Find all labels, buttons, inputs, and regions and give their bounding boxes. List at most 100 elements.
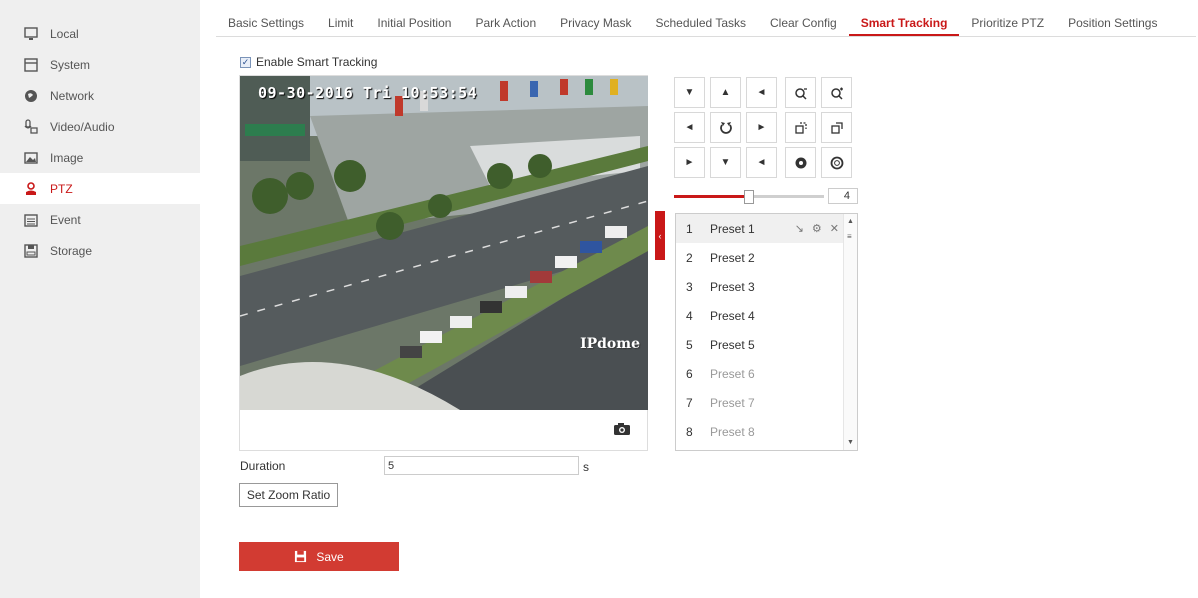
arrow-down-icon: ▼ (720, 157, 731, 168)
zoom-in-button[interactable] (821, 77, 852, 108)
iris-close-button[interactable] (785, 147, 816, 178)
save-button-label: Save (316, 549, 344, 564)
zoom-out-button[interactable] (785, 77, 816, 108)
sidebar-item-video-audio[interactable]: Video/Audio (0, 111, 200, 142)
list-item[interactable]: 2 Preset 2 (676, 243, 857, 272)
enable-smart-tracking-label: Enable Smart Tracking (256, 55, 378, 69)
preset-actions: ↘ ⚙ ✕ (795, 222, 839, 235)
preset-number: 5 (686, 337, 693, 352)
list-item[interactable]: 5 Preset 5 (676, 330, 857, 359)
sidebar-item-label: Storage (50, 243, 93, 258)
focus-far-button[interactable] (821, 112, 852, 143)
list-item[interactable]: 1 Preset 1 ↘ ⚙ ✕ (676, 214, 857, 243)
live-video[interactable]: 09-30-2016 Tri 10:53:54 IPdome (240, 76, 648, 410)
close-icon[interactable]: ✕ (830, 222, 839, 235)
ptz-down-left-button[interactable]: ► (674, 147, 705, 178)
ptz-speed-slider[interactable] (674, 190, 824, 204)
call-preset-icon[interactable]: ↘ (795, 222, 804, 235)
sidebar-item-label: Video/Audio (50, 119, 115, 134)
sidebar-item-network[interactable]: Network (0, 80, 200, 111)
live-view-panel: 09-30-2016 Tri 10:53:54 IPdome (239, 75, 648, 451)
scroll-down-icon[interactable]: ▼ (847, 439, 854, 446)
save-disk-icon (295, 550, 307, 563)
sidebar-item-label: Local (50, 26, 79, 41)
preset-name: Preset 5 (710, 337, 755, 352)
scroll-grip-icon: ≡ (847, 232, 852, 241)
sidebar-item-image[interactable]: Image (0, 142, 200, 173)
arrow-right-small-icon: ► (684, 157, 695, 168)
preset-number: 7 (686, 395, 693, 410)
scroll-up-icon[interactable]: ▲ (847, 218, 854, 225)
preset-number: 4 (686, 308, 693, 323)
list-item[interactable]: 8 Preset 8 (676, 417, 857, 446)
list-item[interactable]: 3 Preset 3 (676, 272, 857, 301)
duration-input[interactable] (384, 456, 579, 475)
list-item[interactable]: 6 Preset 6 (676, 359, 857, 388)
set-zoom-ratio-button[interactable]: Set Zoom Ratio (239, 483, 338, 507)
tab-scheduled-tasks[interactable]: Scheduled Tasks (643, 10, 758, 36)
auto-rotate-icon (719, 121, 732, 134)
ptz-down-button[interactable]: ▼ (710, 147, 741, 178)
iris-close-icon (795, 157, 806, 168)
mic-camera-icon (22, 118, 40, 135)
sidebar-item-label: PTZ (50, 181, 73, 196)
sidebar-item-label: Image (50, 150, 84, 165)
ptz-speed-slider-handle[interactable] (744, 190, 754, 204)
monitor-icon (22, 26, 40, 42)
preset-number: 3 (686, 279, 693, 294)
iris-open-button[interactable] (821, 147, 852, 178)
tab-clear-config[interactable]: Clear Config (758, 10, 849, 36)
ptz-down-right-button[interactable]: ◄ (746, 147, 777, 178)
tab-park-action[interactable]: Park Action (463, 10, 548, 36)
sidebar-item-ptz[interactable]: PTZ (0, 173, 200, 204)
ptz-up-button[interactable]: ▲ (710, 77, 741, 108)
enable-smart-tracking-checkbox[interactable]: ✓ (240, 56, 251, 68)
ptz-speed-slider-row: 4 (674, 188, 858, 206)
sidebar-item-event[interactable]: Event (0, 204, 200, 235)
ptz-up-left-button[interactable]: ▼ (674, 77, 705, 108)
ptz-right-button[interactable]: ► (746, 112, 777, 143)
preset-number: 1 (686, 221, 693, 236)
sidebar: Local System Network Video/Audio Image P… (0, 0, 200, 598)
video-scene (240, 76, 648, 410)
calendar-icon (22, 212, 40, 228)
tab-position-settings[interactable]: Position Settings (1056, 10, 1169, 36)
preset-list-scrollbar[interactable]: ▲ ≡ ▼ (843, 214, 857, 450)
image-icon (22, 150, 40, 166)
focus-near-button[interactable] (785, 112, 816, 143)
focus-near-icon (794, 121, 807, 134)
tab-limit[interactable]: Limit (316, 10, 365, 36)
sidebar-item-label: Event (50, 212, 81, 227)
sidebar-item-local[interactable]: Local (0, 18, 200, 49)
list-item[interactable]: 4 Preset 4 (676, 301, 857, 330)
window-icon (22, 57, 40, 73)
camera-snapshot-icon[interactable] (613, 422, 631, 436)
tab-basic-settings[interactable]: Basic Settings (216, 10, 316, 36)
ptz-speed-slider-fill (674, 195, 749, 198)
tab-privacy-mask[interactable]: Privacy Mask (548, 10, 643, 36)
preset-name: Preset 8 (710, 424, 755, 439)
ptz-panel-collapse-button[interactable]: ‹ (655, 211, 665, 260)
video-osd-timestamp: 09-30-2016 Tri 10:53:54 (258, 84, 478, 102)
ptz-left-button[interactable]: ◄ (674, 112, 705, 143)
list-item[interactable]: 7 Preset 7 (676, 388, 857, 417)
zoom-out-icon (794, 87, 807, 100)
enable-smart-tracking-row: ✓ Enable Smart Tracking (240, 55, 377, 69)
tab-initial-position[interactable]: Initial Position (365, 10, 463, 36)
sidebar-item-storage[interactable]: Storage (0, 235, 200, 266)
sidebar-item-system[interactable]: System (0, 49, 200, 80)
globe-icon (22, 88, 40, 104)
gear-icon[interactable]: ⚙ (812, 222, 822, 235)
tab-smart-tracking[interactable]: Smart Tracking (848, 10, 960, 36)
ptz-user-icon (22, 181, 40, 197)
ptz-speed-value: 4 (828, 188, 858, 204)
arrow-down-icon: ▼ (684, 87, 695, 98)
zoom-in-icon (830, 87, 843, 100)
preset-name: Preset 3 (710, 279, 755, 294)
tab-prioritize-ptz[interactable]: Prioritize PTZ (959, 10, 1056, 36)
preset-number: 6 (686, 366, 693, 381)
save-button[interactable]: Save (239, 542, 399, 571)
focus-far-icon (830, 121, 843, 134)
ptz-up-right-button[interactable]: ◄ (746, 77, 777, 108)
ptz-auto-scan-button[interactable] (710, 112, 741, 143)
